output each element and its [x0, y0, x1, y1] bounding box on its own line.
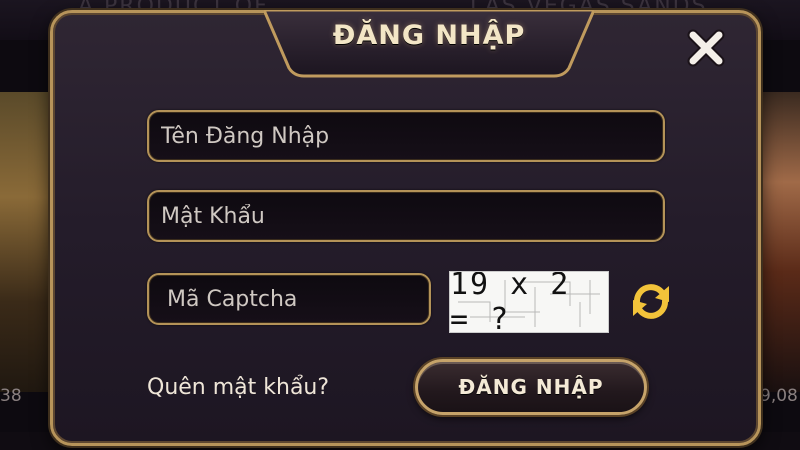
forgot-password-link[interactable]: Quên mật khẩu?: [147, 375, 329, 400]
background-right-value: 9,08: [760, 386, 798, 406]
background-left-value: 38: [0, 386, 22, 406]
refresh-icon: [633, 284, 669, 319]
close-button[interactable]: [683, 25, 729, 71]
username-input[interactable]: [149, 112, 663, 160]
username-field: [147, 110, 665, 162]
close-icon: [687, 29, 725, 67]
captcha-text: 19 x 2 = ?: [450, 271, 571, 333]
title-tab: ĐĂNG NHẬP: [264, 10, 594, 80]
captcha-image: 19 x 2 = ?: [449, 271, 609, 333]
captcha-field: [147, 273, 431, 325]
login-button-label: ĐĂNG NHẬP: [458, 375, 604, 399]
background-game-tile-left: [0, 92, 56, 392]
captcha-refresh-button[interactable]: [627, 281, 675, 321]
dialog-title: ĐĂNG NHẬP: [332, 20, 526, 51]
password-field: [147, 190, 665, 242]
captcha-input[interactable]: [149, 275, 429, 323]
password-input[interactable]: [149, 192, 663, 240]
login-button[interactable]: ĐĂNG NHẬP: [415, 359, 647, 415]
login-dialog: ĐĂNG NHẬP 19 x 2 = ? Quên mật khẩu? ĐĂNG…: [50, 10, 761, 446]
